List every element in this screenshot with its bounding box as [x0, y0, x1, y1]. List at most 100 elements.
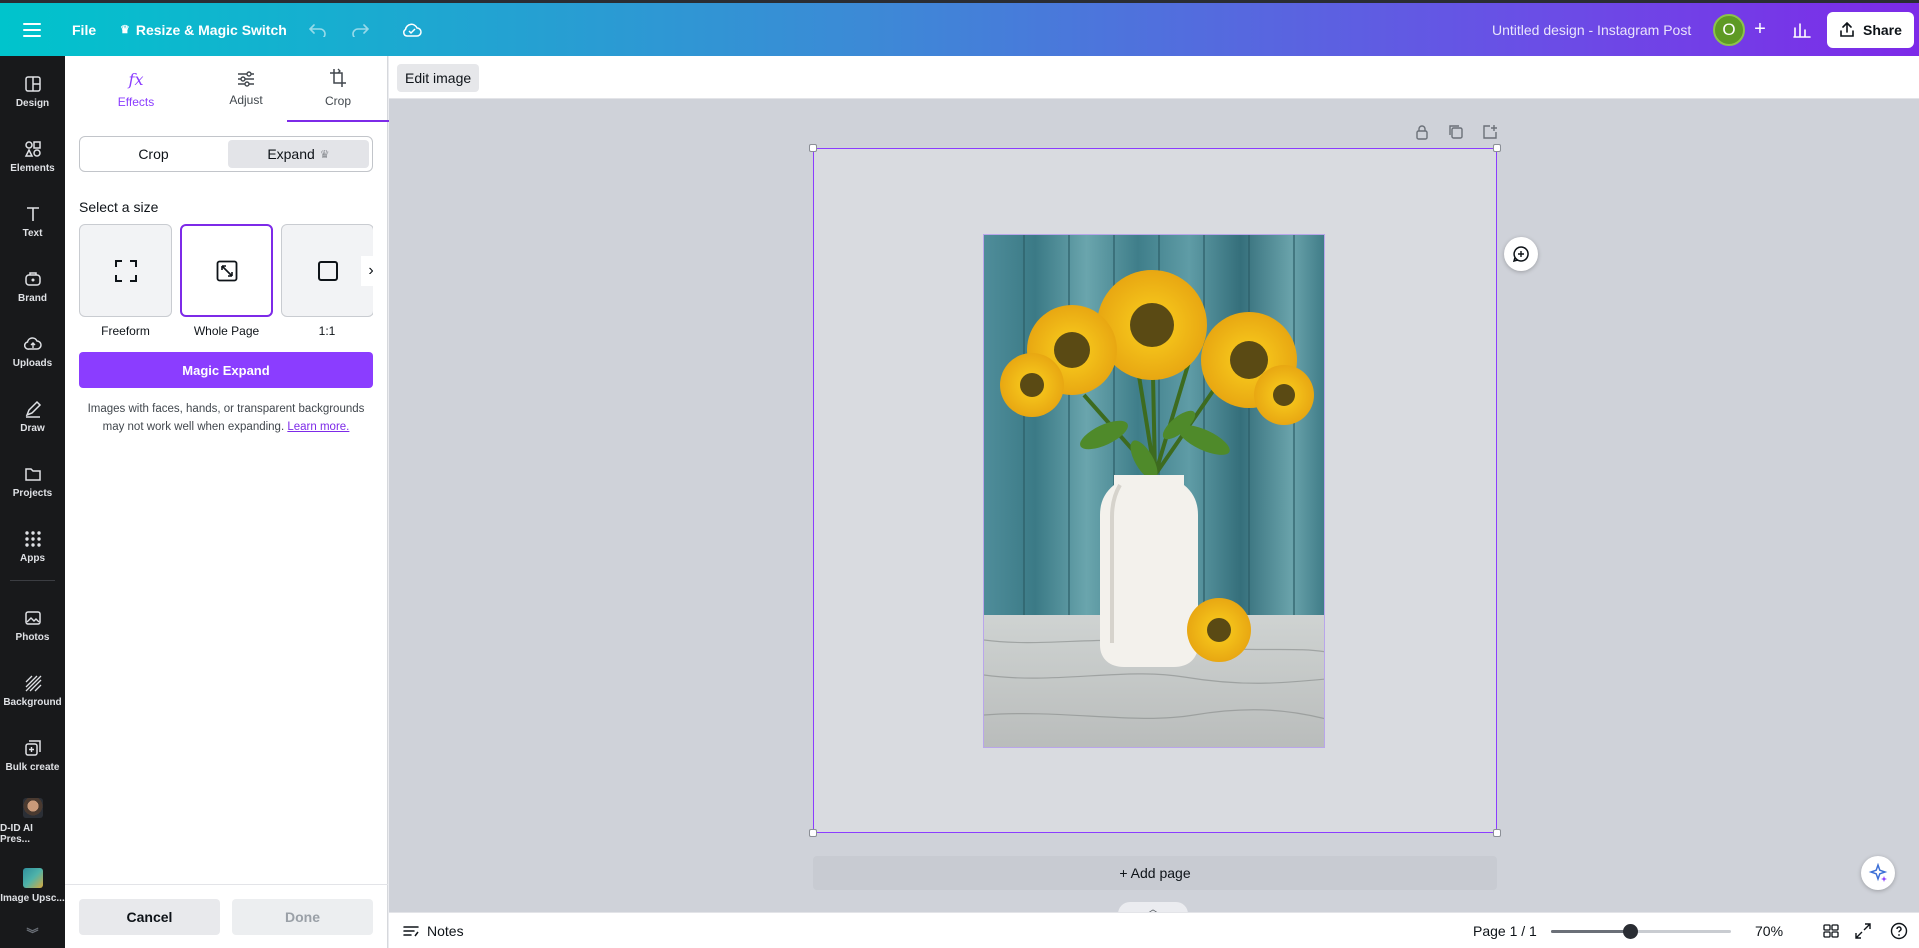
fullscreen-icon[interactable] — [1855, 913, 1871, 948]
rail-item-image-upscaler-app[interactable]: Image Upsc... — [0, 857, 65, 915]
cloud-upload-icon — [23, 337, 42, 350]
resize-handle-bottom-left[interactable] — [809, 829, 817, 837]
pattern-icon — [25, 675, 41, 692]
crown-icon: ♛ — [120, 24, 130, 36]
rail-item-background[interactable]: Background — [0, 662, 65, 720]
crop-expand-toggle: Crop Expand ♛ — [79, 136, 373, 172]
tab-label: Crop — [324, 94, 351, 108]
redo-icon[interactable] — [342, 3, 378, 56]
share-button[interactable]: Share — [1827, 3, 1914, 56]
rail-item-photos[interactable]: Photos — [0, 597, 65, 655]
tab-label: Adjust — [229, 93, 263, 107]
rail-item-label: Projects — [12, 488, 53, 499]
grid-view-icon[interactable] — [1823, 913, 1839, 948]
tab-crop[interactable]: Crop — [287, 56, 389, 122]
size-option-freeform[interactable]: Freeform — [79, 224, 172, 338]
undo-icon[interactable] — [300, 3, 336, 56]
rail-item-elements[interactable]: Elements — [0, 128, 65, 186]
pen-icon — [25, 400, 41, 418]
magic-assistant-button[interactable] — [1861, 856, 1895, 890]
share-label: Share — [1863, 21, 1902, 38]
file-menu-button[interactable]: File — [72, 3, 96, 56]
rail-item-projects[interactable]: Projects — [0, 453, 65, 511]
shapes-icon — [24, 141, 41, 157]
tab-effects[interactable]: fx Effects — [86, 56, 186, 122]
notes-icon — [403, 926, 419, 937]
cancel-button[interactable]: Cancel — [79, 899, 220, 935]
left-rail: Design Elements Text Brand Uploads Draw … — [0, 56, 65, 948]
rail-item-label: Apps — [20, 553, 45, 564]
resize-magic-switch-label: Resize & Magic Switch — [135, 21, 287, 38]
tab-adjust[interactable]: Adjust — [196, 56, 296, 122]
zoom-slider[interactable] — [1551, 924, 1731, 939]
bulk-create-icon — [24, 740, 41, 756]
expand-note: Images with faces, hands, or transparent… — [79, 400, 373, 436]
square-icon — [317, 260, 338, 281]
cloud-save-icon[interactable] — [394, 3, 430, 56]
rail-item-label: Uploads — [12, 358, 53, 369]
folder-icon — [24, 468, 41, 481]
add-page-button[interactable]: + Add page — [813, 856, 1497, 890]
expand-segment-button[interactable]: Expand ♛ — [228, 140, 369, 168]
size-option-1-1[interactable]: 1:1 — [281, 224, 373, 338]
size-option-whole-page[interactable]: Whole Page — [180, 224, 273, 338]
done-button[interactable]: Done — [232, 899, 373, 935]
rail-item-design[interactable]: Design — [0, 63, 65, 121]
sunflower-photo[interactable] — [983, 234, 1325, 748]
size-option-label: 1:1 — [318, 324, 336, 338]
top-bar: File ♛ Resize & Magic Switch Untitled de… — [0, 0, 1919, 56]
briefcase-icon — [24, 272, 41, 286]
crop-icon — [330, 68, 346, 87]
duplicate-page-icon[interactable] — [1447, 123, 1465, 141]
rail-item-draw[interactable]: Draw — [0, 388, 65, 446]
plus-icon[interactable]: + — [1742, 3, 1778, 56]
rail-item-text[interactable]: Text — [0, 193, 65, 251]
expand-diagonal-icon — [216, 260, 237, 281]
bottom-bar: Notes Page 1 / 1 70% — [389, 912, 1919, 948]
add-page-icon[interactable] — [1481, 123, 1499, 141]
page-indicator[interactable]: Page 1 / 1 — [1473, 913, 1537, 948]
share-icon — [1840, 21, 1854, 37]
rail-item-label: Text — [22, 228, 43, 239]
zoom-slider-thumb[interactable] — [1623, 924, 1638, 939]
notes-button[interactable]: Notes — [403, 913, 464, 948]
text-icon — [26, 207, 39, 221]
hamburger-icon[interactable] — [14, 3, 50, 56]
resize-handle-top-right[interactable] — [1493, 144, 1501, 152]
resize-handle-top-left[interactable] — [809, 144, 817, 152]
avatar-initial: O — [1713, 13, 1745, 46]
image-upscaler-app-icon — [22, 868, 43, 888]
fx-icon: fx — [128, 69, 144, 89]
resize-magic-switch-button[interactable]: ♛ Resize & Magic Switch — [120, 3, 287, 56]
rail-item-label: Image Upsc... — [0, 893, 65, 904]
rail-item-apps[interactable]: Apps — [0, 518, 65, 576]
rail-scroll-indicator[interactable]: ︾ — [0, 918, 65, 948]
add-comment-button[interactable] — [1504, 237, 1538, 271]
rail-item-uploads[interactable]: Uploads — [0, 323, 65, 381]
design-title[interactable]: Untitled design - Instagram Post — [1492, 3, 1691, 56]
lock-icon[interactable] — [1413, 123, 1431, 141]
chevron-down-icon: ︾ — [26, 926, 39, 941]
sparkle-icon — [1868, 863, 1888, 882]
zoom-slider-fill — [1551, 930, 1630, 933]
rail-item-brand[interactable]: Brand — [0, 258, 65, 316]
magic-expand-button[interactable]: Magic Expand — [79, 352, 373, 388]
help-icon[interactable] — [1890, 913, 1908, 948]
rail-item-label: Elements — [10, 163, 55, 174]
resize-handle-bottom-right[interactable] — [1493, 829, 1501, 837]
zoom-level[interactable]: 70% — [1755, 913, 1783, 948]
edit-image-button[interactable]: Edit image — [397, 64, 480, 92]
comment-plus-icon — [1512, 246, 1529, 263]
learn-more-link[interactable]: Learn more. — [287, 421, 349, 433]
rail-item-bulk-create[interactable]: Bulk create — [0, 727, 65, 785]
panel-footer: Cancel Done — [65, 884, 388, 948]
insights-chart-icon[interactable] — [1784, 3, 1820, 56]
avatar[interactable]: O — [1713, 3, 1745, 56]
sliders-icon — [238, 71, 254, 87]
rail-item-d-id-app[interactable]: D-ID AI Pres... — [0, 792, 65, 850]
tab-label: Effects — [117, 94, 155, 109]
expand-label: Expand — [267, 146, 315, 162]
next-sizes-button[interactable]: › — [361, 256, 381, 286]
crop-segment-button[interactable]: Crop — [83, 140, 224, 168]
rail-item-label: D-ID AI Pres... — [0, 822, 33, 845]
